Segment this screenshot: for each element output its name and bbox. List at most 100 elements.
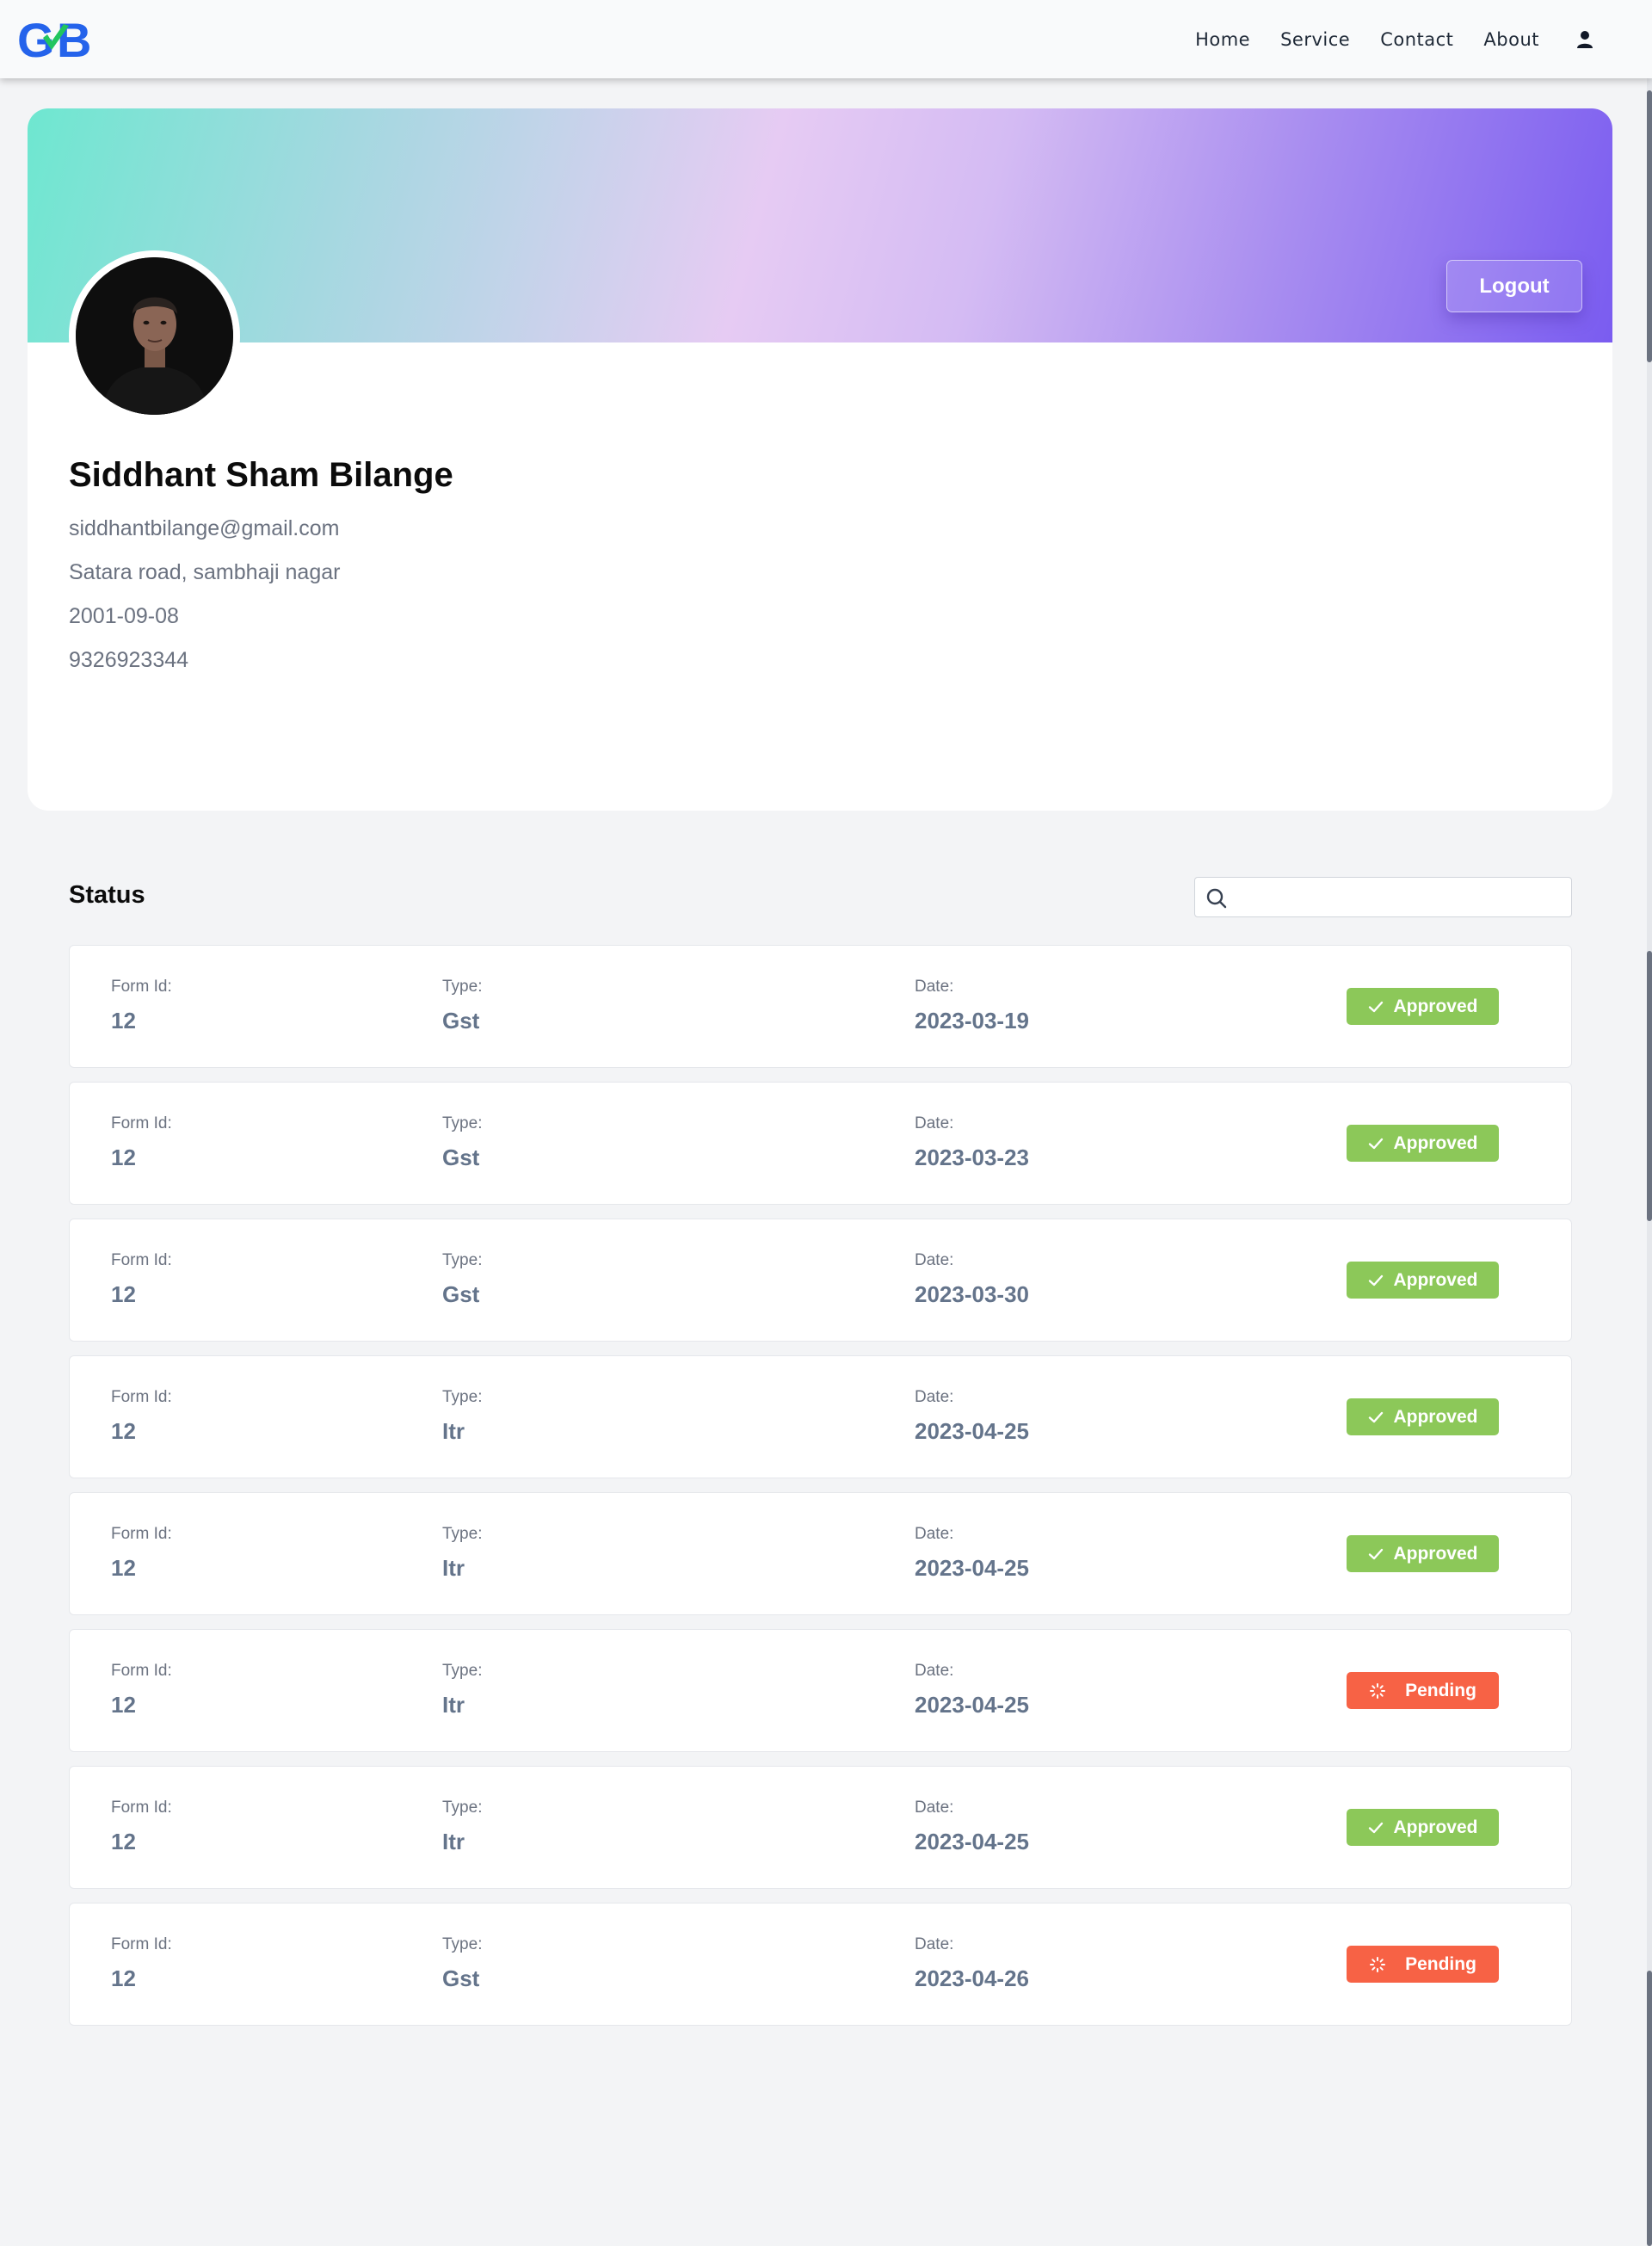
status-badge: Approved <box>1347 1398 1499 1435</box>
type-label: Type: <box>442 978 483 996</box>
spinner-icon <box>1370 1682 1386 1699</box>
status-badge: Approved <box>1347 1809 1499 1846</box>
status-badge: Approved <box>1347 988 1499 1025</box>
date-label: Date: <box>915 1662 954 1680</box>
profile-phone: 9326923344 <box>69 648 189 672</box>
scrollbar-thumb[interactable] <box>1647 90 1652 362</box>
form-id-label: Form Id: <box>111 1525 172 1543</box>
form-id-label: Form Id: <box>111 978 172 996</box>
check-icon <box>1369 1001 1384 1012</box>
check-icon <box>1369 1411 1384 1422</box>
status-badge-label: Pending <box>1405 1953 1476 1974</box>
profile-address: Satara road, sambhaji nagar <box>69 560 341 584</box>
profile-email: siddhantbilange@gmail.com <box>69 516 340 540</box>
date-label: Date: <box>915 1525 954 1543</box>
type-label: Type: <box>442 1251 483 1269</box>
date-label: Date: <box>915 1251 954 1269</box>
type-value: Gst <box>442 1008 480 1034</box>
date-label: Date: <box>915 1388 954 1406</box>
date-label: Date: <box>915 978 954 996</box>
type-label: Type: <box>442 1662 483 1680</box>
status-row[interactable]: Form Id: 12 Type: Gst Date: 2023-03-19 Approve… <box>69 945 1572 1068</box>
check-icon <box>1369 1138 1384 1149</box>
status-row[interactable]: Form Id: 12 Type: Gst Date: 2023-03-23 Approve… <box>69 1082 1572 1205</box>
form-id-label: Form Id: <box>111 1935 172 1953</box>
form-id-value: 12 <box>111 1418 136 1444</box>
date-value: 2023-03-19 <box>915 1008 1029 1034</box>
type-value: Gst <box>442 1281 480 1307</box>
status-badge-label: Approved <box>1393 1817 1478 1837</box>
date-label: Date: <box>915 1799 954 1817</box>
type-label: Type: <box>442 1935 483 1953</box>
scrollbar-thumb[interactable] <box>1647 951 1652 1221</box>
status-badge: Approved <box>1347 1262 1499 1299</box>
form-id-value: 12 <box>111 1555 136 1581</box>
date-value: 2023-04-25 <box>915 1692 1029 1718</box>
status-badge: Approved <box>1347 1125 1499 1162</box>
status-badge: Pending <box>1347 1946 1499 1983</box>
profile-card: Logout Siddhant Sham Bilange siddhantbil… <box>28 108 1612 811</box>
date-value: 2023-04-25 <box>915 1418 1029 1444</box>
date-label: Date: <box>915 1114 954 1132</box>
form-id-value: 12 <box>111 1145 136 1170</box>
check-icon <box>1369 1822 1384 1833</box>
profile-name: Siddhant Sham Bilange <box>69 456 453 494</box>
status-row[interactable]: Form Id: 12 Type: Itr Date: 2023-04-25 Approve… <box>69 1492 1572 1615</box>
search-icon <box>1206 888 1227 909</box>
status-row[interactable]: Form Id: 12 Type: Gst Date: 2023-03-30 Approve… <box>69 1219 1572 1342</box>
status-badge: Pending <box>1347 1672 1499 1709</box>
status-row[interactable]: Form Id: 12 Type: Itr Date: 2023-04-25 Approve… <box>69 1355 1572 1478</box>
form-id-value: 12 <box>111 1281 136 1307</box>
avatar <box>69 250 240 422</box>
status-badge-label: Pending <box>1405 1680 1476 1700</box>
status-badge-label: Approved <box>1393 1543 1478 1564</box>
logout-button[interactable]: Logout <box>1446 260 1582 312</box>
type-value: Gst <box>442 1965 480 1991</box>
date-value: 2023-04-26 <box>915 1965 1029 1991</box>
gb-logo[interactable]: G B <box>17 12 100 64</box>
status-badge-label: Approved <box>1393 996 1478 1016</box>
type-value: Itr <box>442 1692 465 1718</box>
type-value: Itr <box>442 1555 465 1581</box>
search-input[interactable] <box>1236 883 1563 912</box>
nav-contact[interactable]: Contact <box>1380 29 1453 50</box>
type-label: Type: <box>442 1388 483 1406</box>
status-badge-label: Approved <box>1393 1269 1478 1290</box>
type-label: Type: <box>442 1525 483 1543</box>
check-icon <box>1369 1274 1384 1286</box>
type-label: Type: <box>442 1799 483 1817</box>
type-label: Type: <box>442 1114 483 1132</box>
status-list: Form Id: 12 Type: Gst Date: 2023-03-19 Approve… <box>69 945 1572 2039</box>
nav-about[interactable]: About <box>1483 29 1539 50</box>
status-title: Status <box>69 881 145 909</box>
search-box[interactable] <box>1194 877 1572 917</box>
user-icon[interactable] <box>1576 29 1593 50</box>
status-row[interactable]: Form Id: 12 Type: Itr Date: 2023-04-25 Pending <box>69 1629 1572 1752</box>
scrollbar-thumb[interactable] <box>1647 1971 1652 2246</box>
nav-home[interactable]: Home <box>1195 29 1250 50</box>
nav-links: Home Service Contact About <box>1195 0 1652 78</box>
status-badge-label: Approved <box>1393 1132 1478 1153</box>
nav-service[interactable]: Service <box>1280 29 1350 50</box>
form-id-label: Form Id: <box>111 1799 172 1817</box>
form-id-label: Form Id: <box>111 1662 172 1680</box>
date-label: Date: <box>915 1935 954 1953</box>
form-id-value: 12 <box>111 1008 136 1034</box>
status-badge-label: Approved <box>1393 1406 1478 1427</box>
type-value: Itr <box>442 1418 465 1444</box>
navbar: G B Home Service Contact About <box>0 0 1652 78</box>
date-value: 2023-03-30 <box>915 1281 1029 1307</box>
form-id-label: Form Id: <box>111 1251 172 1269</box>
check-icon <box>1369 1548 1384 1559</box>
spinner-icon <box>1370 1956 1386 1972</box>
date-value: 2023-04-25 <box>915 1555 1029 1581</box>
form-id-label: Form Id: <box>111 1388 172 1406</box>
status-row[interactable]: Form Id: 12 Type: Gst Date: 2023-04-26 Pending <box>69 1903 1572 2026</box>
person-silhouette <box>76 257 233 415</box>
date-value: 2023-04-25 <box>915 1829 1029 1854</box>
form-id-value: 12 <box>111 1829 136 1854</box>
svg-text:B: B <box>57 13 91 64</box>
status-badge: Approved <box>1347 1535 1499 1572</box>
status-row[interactable]: Form Id: 12 Type: Itr Date: 2023-04-25 Approve… <box>69 1766 1572 1889</box>
type-value: Itr <box>442 1829 465 1854</box>
